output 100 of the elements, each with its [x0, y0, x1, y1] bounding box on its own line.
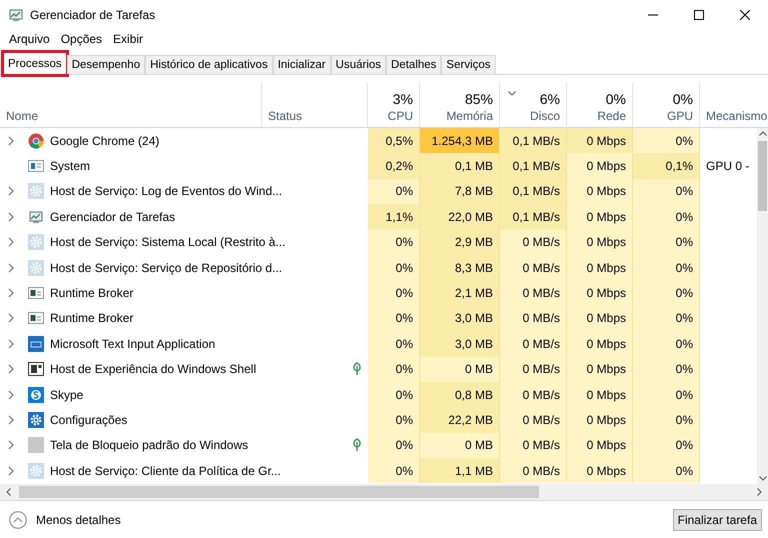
expand-chevron-icon[interactable] — [8, 390, 14, 400]
usage-cell: 0,1 MB/s — [500, 204, 567, 230]
expand-chevron-icon[interactable] — [8, 212, 14, 222]
tab[interactable]: Usuários — [330, 55, 386, 74]
usage-cell: 2,1 MB — [420, 280, 500, 306]
column-header[interactable]: Rede — [597, 109, 626, 123]
usage-cell: 8,3 MB — [420, 254, 500, 280]
usage-cell: 0 MB/s — [500, 382, 567, 408]
scrollbar-thumb[interactable] — [758, 141, 767, 211]
usage-cell: 0% — [368, 407, 420, 433]
less-details-link[interactable]: Menos detalhes — [36, 512, 121, 526]
tab[interactable]: Histórico de aplicativos — [145, 55, 273, 74]
expand-chevron-icon[interactable] — [8, 262, 14, 273]
usage-cell: 0,1 MB/s — [500, 153, 567, 179]
keyboard-icon — [28, 336, 44, 352]
usage-cell: 0 Mbps — [567, 458, 633, 484]
expand-chevron-icon[interactable] — [8, 338, 14, 349]
usage-cell: 0% — [368, 356, 420, 382]
usage-cell: 0 Mbps — [567, 432, 633, 458]
usage-cell: 22,0 MB — [420, 204, 500, 230]
usage-cell: 0 Mbps — [567, 254, 633, 280]
usage-cell: 0% — [368, 254, 420, 280]
scrollbar-thumb[interactable] — [19, 486, 539, 498]
tab[interactable]: Inicializar — [272, 55, 331, 74]
monitor-chart-icon — [8, 7, 24, 23]
process-name: Host de Serviço: Serviço de Repositório d... — [50, 260, 282, 275]
process-name: Configurações — [50, 412, 128, 427]
menu-item[interactable]: Opções — [60, 32, 102, 46]
usage-cell: 7,8 MB — [420, 178, 500, 204]
vertical-scrollbar[interactable] — [757, 128, 768, 484]
usage-cell: 0% — [368, 230, 420, 255]
monitor-chart-icon — [28, 208, 44, 225]
collapse-chevron-icon[interactable] — [9, 510, 27, 528]
process-name: Host de Serviço: Cliente da Política de Gr... — [50, 464, 281, 478]
usage-cell: 0 MB — [420, 432, 500, 458]
tab[interactable]: Desempenho — [66, 55, 146, 74]
expand-chevron-icon[interactable] — [8, 466, 14, 476]
usage-cell: 0% — [368, 432, 420, 458]
usage-cell: 0% — [633, 230, 700, 255]
usage-percent: 0% — [606, 91, 626, 107]
scroll-right-icon[interactable] — [757, 488, 762, 496]
expand-chevron-icon[interactable] — [8, 136, 14, 146]
column-header[interactable]: Status — [268, 109, 302, 123]
usage-cell: 0,1 MB/s — [500, 128, 567, 154]
usage-cell: 0 Mbps — [567, 280, 633, 306]
usage-cell: 0,2% — [368, 153, 420, 179]
tab[interactable]: Detalhes — [386, 55, 442, 74]
process-name: Tela de Bloqueio padrão do Windows — [50, 438, 248, 452]
usage-cell: 0 Mbps — [567, 178, 633, 204]
end-task-button[interactable]: Finalizar tarefa — [672, 508, 762, 530]
usage-cell: 2,9 MB — [420, 230, 500, 255]
horizontal-scrollbar[interactable] — [0, 484, 768, 501]
usage-percent: 0% — [672, 91, 693, 107]
usage-cell: 0 Mbps — [567, 204, 633, 230]
close-icon — [740, 10, 750, 20]
usage-cell: 0,1 MB — [420, 153, 500, 179]
expand-chevron-icon[interactable] — [8, 288, 14, 298]
expand-chevron-icon[interactable] — [8, 364, 14, 374]
scroll-down-icon[interactable] — [758, 476, 766, 481]
usage-cell: 1,1 MB — [420, 458, 500, 484]
usage-cell: 1.254,3 MB — [420, 128, 500, 154]
usage-cell: 0% — [368, 280, 420, 306]
usage-cell: 0 MB/s — [500, 458, 567, 484]
usage-cell: 0% — [368, 382, 420, 408]
usage-cell: 0 Mbps — [567, 306, 633, 332]
usage-cell: 0 Mbps — [567, 382, 633, 408]
expand-chevron-icon[interactable] — [8, 414, 14, 425]
column-header[interactable]: GPU — [666, 109, 693, 123]
process-name: Host de Serviço: Log de Eventos do Wind... — [50, 184, 282, 198]
column-header[interactable]: Mecanismo — [706, 109, 768, 123]
menu-item[interactable]: Arquivo — [9, 32, 50, 46]
process-name: Skype — [50, 388, 84, 402]
column-header[interactable]: Nome — [6, 109, 38, 123]
column-header[interactable]: Disco — [530, 109, 560, 123]
window-icon — [28, 285, 44, 302]
usage-cell: 0% — [633, 280, 700, 306]
column-header[interactable]: CPU — [388, 109, 413, 123]
usage-cell: 0,8 MB — [420, 382, 500, 408]
scroll-left-icon[interactable] — [6, 488, 11, 496]
menu-item[interactable]: Exibir — [113, 32, 144, 46]
usage-cell: 0 MB/s — [500, 356, 567, 382]
expand-chevron-icon[interactable] — [8, 237, 14, 248]
usage-cell: 0 MB/s — [500, 407, 567, 433]
usage-cell: 0 Mbps — [567, 407, 633, 433]
window-title: Gerenciador de Tarefas — [30, 8, 156, 22]
expand-chevron-icon[interactable] — [8, 313, 14, 324]
process-name: Host de Serviço: Sistema Local (Restrito à... — [50, 235, 286, 250]
scroll-up-icon[interactable] — [758, 131, 766, 136]
expand-chevron-icon[interactable] — [8, 186, 14, 196]
column-header[interactable]: Memória — [446, 109, 493, 123]
tab[interactable]: Serviços — [441, 55, 496, 74]
blank-tile-icon — [28, 437, 44, 454]
usage-cell: 0 MB/s — [500, 254, 567, 280]
usage-cell: 3,0 MB — [420, 331, 500, 357]
usage-percent: 3% — [392, 91, 413, 107]
usage-percent: 85% — [464, 91, 493, 107]
usage-cell: 0% — [633, 432, 700, 458]
window-icon — [28, 310, 44, 326]
tab[interactable]: Processos — [3, 52, 67, 75]
expand-chevron-icon[interactable] — [8, 440, 14, 450]
